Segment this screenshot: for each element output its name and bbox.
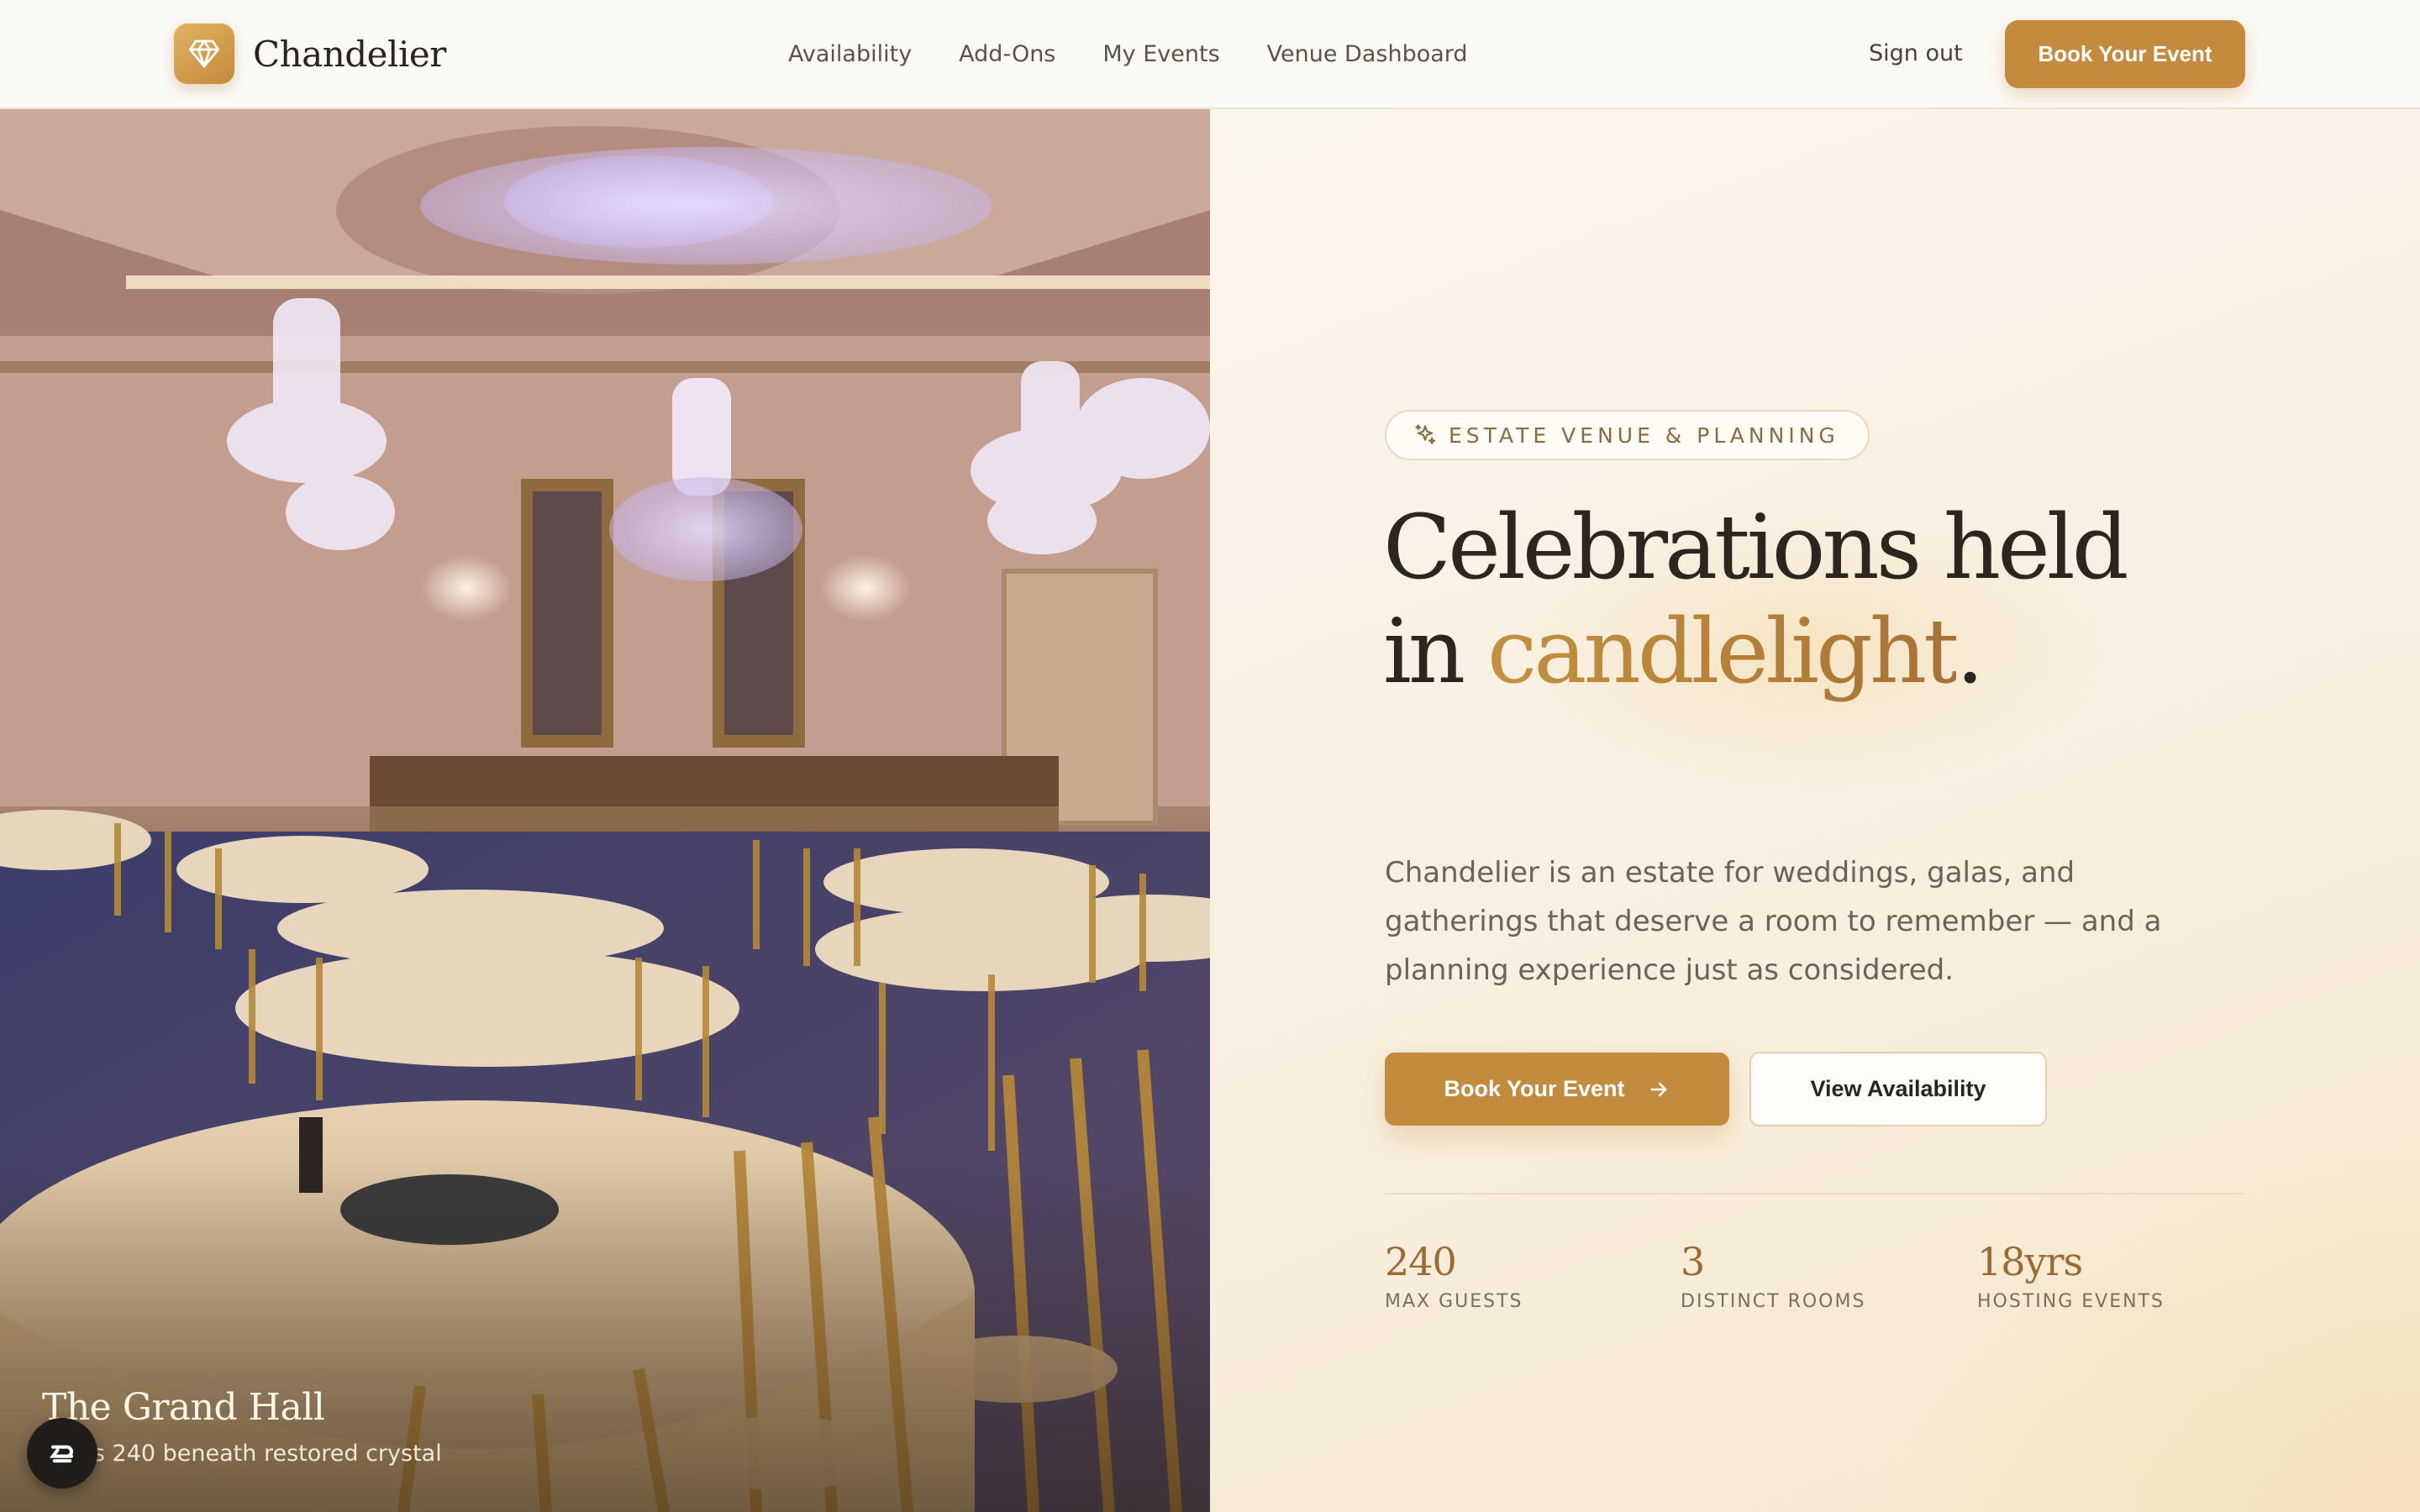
stat-label: HOSTING EVENTS bbox=[1977, 1291, 2165, 1312]
book-event-button[interactable]: Book Your Event bbox=[1385, 1053, 1729, 1126]
nav-link-venue-dashboard[interactable]: Venue Dashboard bbox=[1267, 41, 1468, 67]
nav-link-availability[interactable]: Availability bbox=[788, 41, 912, 67]
floating-chat-button[interactable] bbox=[27, 1418, 97, 1488]
hero-headline: Celebrations held in candlelight. bbox=[1383, 496, 2129, 704]
sparkle-icon bbox=[1415, 424, 1436, 444]
book-event-label: Book Your Event bbox=[1444, 1076, 1625, 1101]
stat-label: MAX GUESTS bbox=[1385, 1291, 1523, 1312]
hero-description: Chandelier is an estate for weddings, ga… bbox=[1385, 856, 2162, 987]
assistant-icon bbox=[49, 1445, 74, 1463]
arrow-right-icon bbox=[1650, 1082, 1666, 1096]
stat-distinct-rooms: 3 DISTINCT ROOMS bbox=[1681, 1239, 1865, 1312]
headline-period: . bbox=[1955, 600, 1985, 703]
stat-value: 240 bbox=[1385, 1239, 1457, 1284]
stat-value: 18yrs bbox=[1977, 1239, 2083, 1284]
brand-logo[interactable]: Chandelier bbox=[174, 23, 446, 85]
venue-photo: The Grand Hall Seats 240 beneath restore… bbox=[0, 109, 1210, 1512]
stat-value: 3 bbox=[1681, 1239, 1705, 1284]
stat-max-guests: 240 MAX GUESTS bbox=[1385, 1239, 1523, 1312]
photo-caption: The Grand Hall Seats 240 beneath restore… bbox=[42, 1386, 442, 1467]
room-subtitle: Seats 240 beneath restored crystal bbox=[42, 1441, 442, 1467]
diamond-icon bbox=[174, 24, 234, 84]
stats-divider bbox=[1385, 1193, 2245, 1194]
eyebrow-text: ESTATE VENUE & PLANNING bbox=[1449, 423, 1839, 448]
hero-section: ESTATE VENUE & PLANNING Celebrations hel… bbox=[1210, 109, 2420, 1512]
headline-line-1: Celebrations held bbox=[1383, 496, 2129, 599]
nav-link-add-ons[interactable]: Add-Ons bbox=[959, 41, 1055, 67]
headline-line-2-prefix: in bbox=[1383, 600, 1487, 703]
sign-out-link[interactable]: Sign out bbox=[1869, 37, 1963, 71]
brand-name: Chandelier bbox=[253, 33, 446, 75]
eyebrow-badge: ESTATE VENUE & PLANNING bbox=[1385, 410, 1870, 460]
top-nav: Chandelier Availability Add-Ons My Event… bbox=[0, 0, 2420, 109]
room-title: The Grand Hall bbox=[42, 1386, 325, 1429]
nav-link-my-events[interactable]: My Events bbox=[1102, 41, 1219, 67]
view-availability-button[interactable]: View Availability bbox=[1749, 1052, 2047, 1126]
headline-accent-word: candlelight bbox=[1486, 600, 1960, 703]
nav-links: Availability Add-Ons My Events Venue Das… bbox=[788, 0, 1515, 108]
stat-label: DISTINCT ROOMS bbox=[1681, 1291, 1866, 1312]
stat-hosting-events: 18yrs HOSTING EVENTS bbox=[1977, 1239, 2165, 1312]
nav-book-event-button[interactable]: Book Your Event bbox=[2005, 20, 2245, 88]
